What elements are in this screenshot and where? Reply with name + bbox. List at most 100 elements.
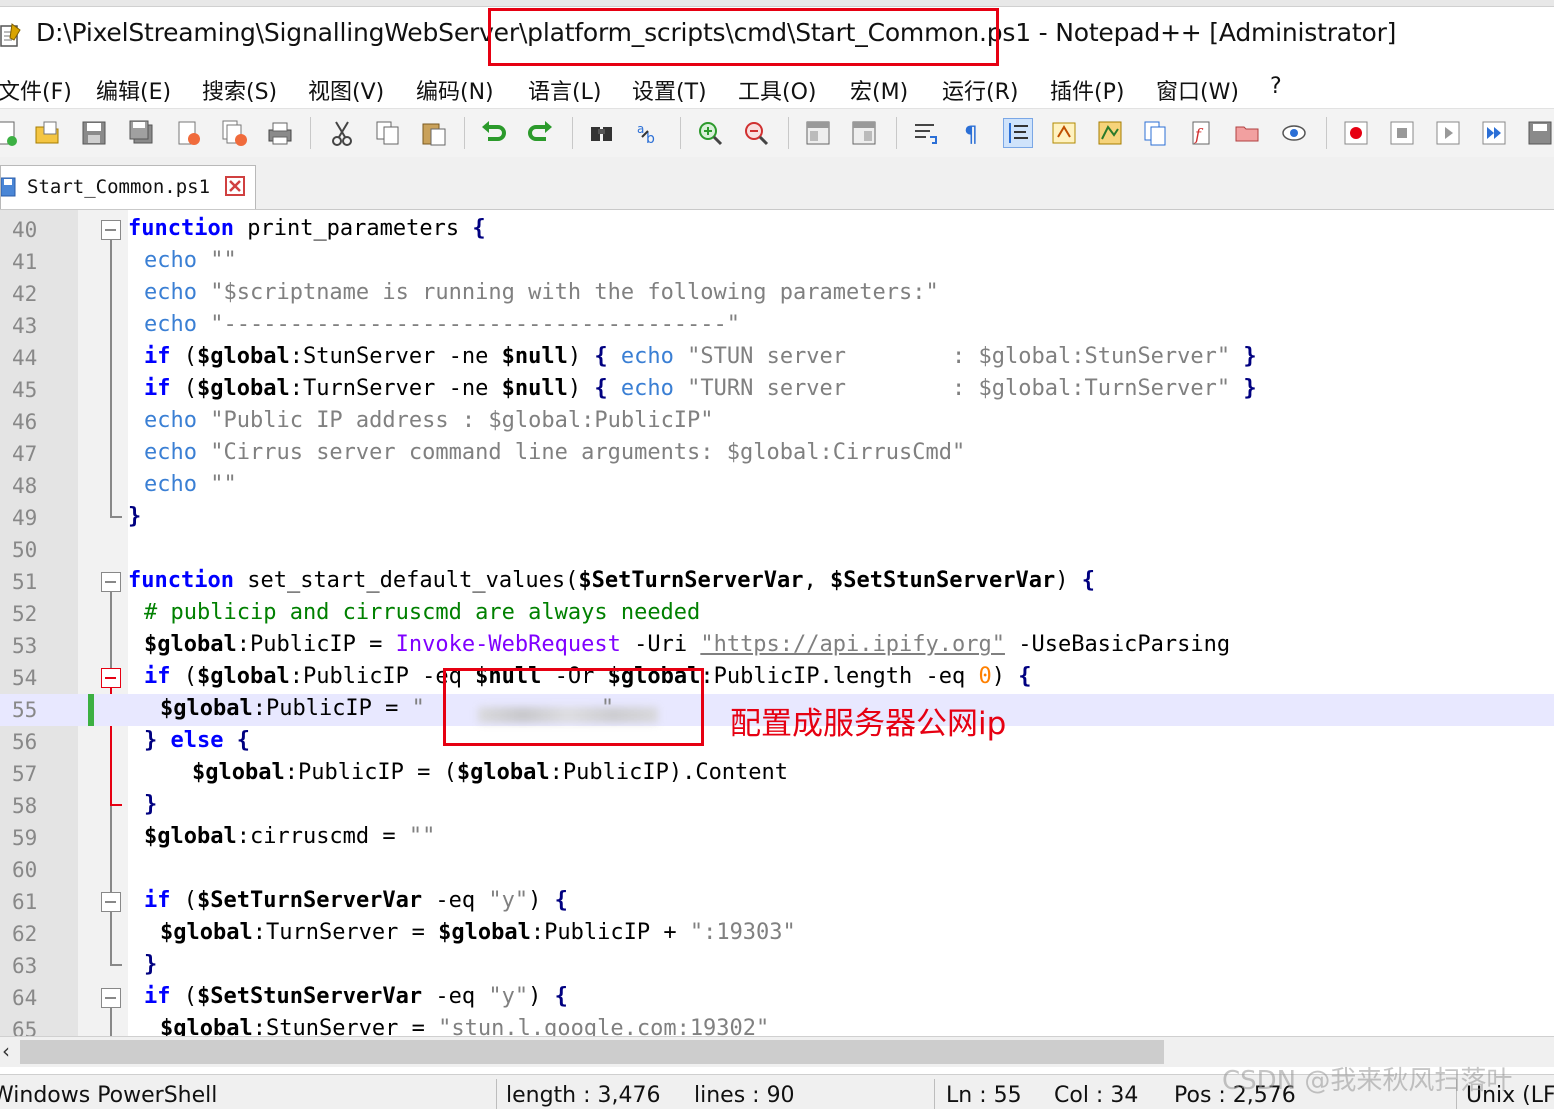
toolbar-separator <box>310 117 311 149</box>
show-all-chars-icon[interactable]: ¶ <box>958 119 986 147</box>
code-line[interactable]: 58 } <box>0 790 1554 822</box>
folder-workspace-icon[interactable] <box>1234 119 1262 147</box>
annotation-label: 配置成服务器公网ip <box>730 706 1007 742</box>
menu-plugins[interactable]: 插件(P) <box>1050 74 1124 106</box>
paste-icon[interactable] <box>420 119 448 147</box>
new-file-icon[interactable] <box>0 119 20 147</box>
macro-record-icon[interactable] <box>1342 119 1370 147</box>
define-language-icon[interactable] <box>1050 119 1078 147</box>
close-file-icon[interactable] <box>174 119 202 147</box>
code-line[interactable]: 61 if ($SetTurnServerVar -eq "y") { <box>0 886 1554 918</box>
find-icon[interactable] <box>588 119 616 147</box>
tab-label: Start_Common.ps1 <box>27 176 211 198</box>
code-line[interactable]: 49 } <box>0 502 1554 534</box>
word-wrap-icon[interactable] <box>912 119 940 147</box>
code-text: $global:cirruscmd = "" <box>144 824 436 849</box>
line-number: 51 <box>12 570 38 594</box>
indent-guide-icon[interactable] <box>1003 118 1033 148</box>
status-line[interactable]: Ln : 55 <box>946 1083 1022 1108</box>
menu-settings[interactable]: 设置(T) <box>632 74 707 106</box>
code-line[interactable]: 40 function print_parameters { <box>0 214 1554 246</box>
cut-icon[interactable] <box>328 119 356 147</box>
close-icon[interactable] <box>225 176 245 196</box>
code-line[interactable]: 52 # publicip and cirruscmd are always n… <box>0 598 1554 630</box>
file-saved-icon <box>1 177 16 197</box>
code-editor[interactable]: 40 function print_parameters { 41 echo "… <box>0 210 1554 1036</box>
code-text: # publicip and cirruscmd are always need… <box>144 600 701 625</box>
status-separator <box>496 1079 497 1109</box>
redo-icon[interactable] <box>526 119 554 147</box>
code-line[interactable]: 51 function set_start_default_values($Se… <box>0 566 1554 598</box>
menu-macro[interactable]: 宏(M) <box>850 74 908 106</box>
line-number: 53 <box>12 634 38 658</box>
code-line[interactable]: 41 echo "" <box>0 246 1554 278</box>
menu-encoding[interactable]: 编码(N) <box>416 74 494 106</box>
code-line[interactable]: 46 echo "Public IP address : $global:Pub… <box>0 406 1554 438</box>
code-text: echo "Cirrus server command line argumen… <box>144 440 966 465</box>
macro-play-icon[interactable] <box>1434 119 1462 147</box>
doc-list-icon[interactable] <box>1142 119 1170 147</box>
tab-start-common[interactable]: Start_Common.ps1 <box>0 165 256 209</box>
svg-text:¶: ¶ <box>964 123 978 147</box>
code-line[interactable]: 64 if ($SetStunServerVar -eq "y") { <box>0 982 1554 1014</box>
sync-vertical-icon[interactable] <box>804 119 832 147</box>
line-number: 42 <box>12 282 38 306</box>
line-number: 49 <box>12 506 38 530</box>
watermark: CSDN @我来秋风扫落叶 <box>1222 1066 1513 1096</box>
monitoring-eye-icon[interactable] <box>1280 119 1308 147</box>
menu-tools[interactable]: 工具(O) <box>738 74 816 106</box>
undo-icon[interactable] <box>480 119 508 147</box>
sync-horizontal-icon[interactable] <box>850 119 878 147</box>
code-line[interactable]: 57 $global:PublicIP = ($global:PublicIP)… <box>0 758 1554 790</box>
code-line[interactable]: 45 if ($global:TurnServer -ne $null) { e… <box>0 374 1554 406</box>
code-line[interactable]: 47 echo "Cirrus server command line argu… <box>0 438 1554 470</box>
menu-view[interactable]: 视图(V) <box>308 74 384 106</box>
menu-language[interactable]: 语言(L) <box>528 74 601 106</box>
status-lines: lines : 90 <box>694 1083 795 1108</box>
status-column[interactable]: Col : 34 <box>1054 1083 1138 1108</box>
line-number: 47 <box>12 442 38 466</box>
line-number: 43 <box>12 314 38 338</box>
zoom-out-icon[interactable] <box>742 119 770 147</box>
toolbar-separator <box>572 117 573 149</box>
open-file-icon[interactable] <box>34 119 62 147</box>
code-line[interactable]: 54 if ($global:PublicIP -eq $null -Or $g… <box>0 662 1554 694</box>
menu-run[interactable]: 运行(R) <box>942 74 1018 106</box>
copy-icon[interactable] <box>374 119 402 147</box>
zoom-in-icon[interactable] <box>696 119 724 147</box>
line-number: 41 <box>12 250 38 274</box>
code-line[interactable]: 43 echo "-------------------------------… <box>0 310 1554 342</box>
menu-search[interactable]: 搜索(S) <box>202 74 277 106</box>
macro-run-multiple-icon[interactable] <box>1480 119 1508 147</box>
code-line[interactable]: 44 if ($global:StunServer -ne $null) { e… <box>0 342 1554 374</box>
scrollbar-thumb[interactable] <box>20 1040 1164 1064</box>
scroll-left-icon[interactable]: ‹ <box>2 1039 10 1063</box>
code-line[interactable]: 62 $global:TurnServer = $global:PublicIP… <box>0 918 1554 950</box>
code-line[interactable]: 59 $global:cirruscmd = "" <box>0 822 1554 854</box>
line-number: 58 <box>12 794 38 818</box>
code-line[interactable]: 63 } <box>0 950 1554 982</box>
save-icon[interactable] <box>80 119 108 147</box>
code-line[interactable]: 50 <box>0 534 1554 566</box>
code-line[interactable]: 42 echo "$scriptname is running with the… <box>0 278 1554 310</box>
notepad-app-icon <box>0 23 21 47</box>
print-icon[interactable] <box>266 119 294 147</box>
code-text: function print_parameters { <box>128 216 486 241</box>
code-line[interactable]: 60 <box>0 854 1554 886</box>
close-all-icon[interactable] <box>220 119 248 147</box>
code-text: if ($SetTurnServerVar -eq "y") { <box>144 888 568 913</box>
code-line[interactable]: 48 echo "" <box>0 470 1554 502</box>
doc-map-icon[interactable] <box>1096 119 1124 147</box>
function-list-icon[interactable]: f <box>1188 119 1216 147</box>
menu-edit[interactable]: 编辑(E) <box>96 74 171 106</box>
macro-stop-icon[interactable] <box>1388 119 1416 147</box>
menu-help[interactable]: ? <box>1270 74 1282 99</box>
replace-icon[interactable]: ab <box>634 119 662 147</box>
save-all-icon[interactable] <box>128 119 156 147</box>
menu-file[interactable]: 文件(F) <box>0 74 72 106</box>
code-line[interactable]: 65 $global:StunServer = "stun.l.google.c… <box>0 1014 1554 1036</box>
status-language[interactable]: Windows PowerShell <box>0 1083 217 1108</box>
code-line[interactable]: 53 $global:PublicIP = Invoke-WebRequest … <box>0 630 1554 662</box>
menu-window[interactable]: 窗口(W) <box>1156 74 1239 106</box>
macro-save-icon[interactable] <box>1526 119 1554 147</box>
